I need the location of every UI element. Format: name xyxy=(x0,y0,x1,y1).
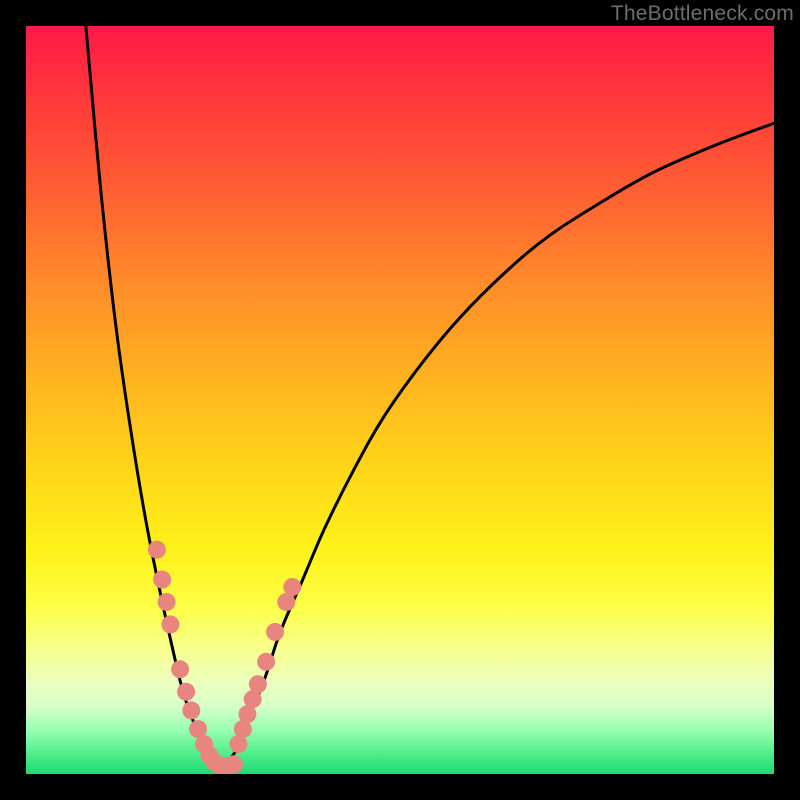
right-branch-curve xyxy=(220,123,774,766)
data-point xyxy=(182,701,200,719)
curve-group xyxy=(86,26,774,767)
chart-svg xyxy=(26,26,774,774)
data-point xyxy=(148,541,166,559)
scatter-group xyxy=(148,541,301,774)
data-point xyxy=(266,623,284,641)
data-point xyxy=(171,660,189,678)
data-point xyxy=(161,615,179,633)
data-point xyxy=(249,675,267,693)
data-point xyxy=(283,578,301,596)
plot-area xyxy=(26,26,774,774)
data-point xyxy=(153,571,171,589)
watermark-text: TheBottleneck.com xyxy=(611,2,794,26)
left-branch-curve xyxy=(86,26,221,767)
data-point xyxy=(257,653,275,671)
data-point xyxy=(158,593,176,611)
data-point xyxy=(225,755,243,773)
outer-frame: TheBottleneck.com xyxy=(0,0,800,800)
data-point xyxy=(177,683,195,701)
